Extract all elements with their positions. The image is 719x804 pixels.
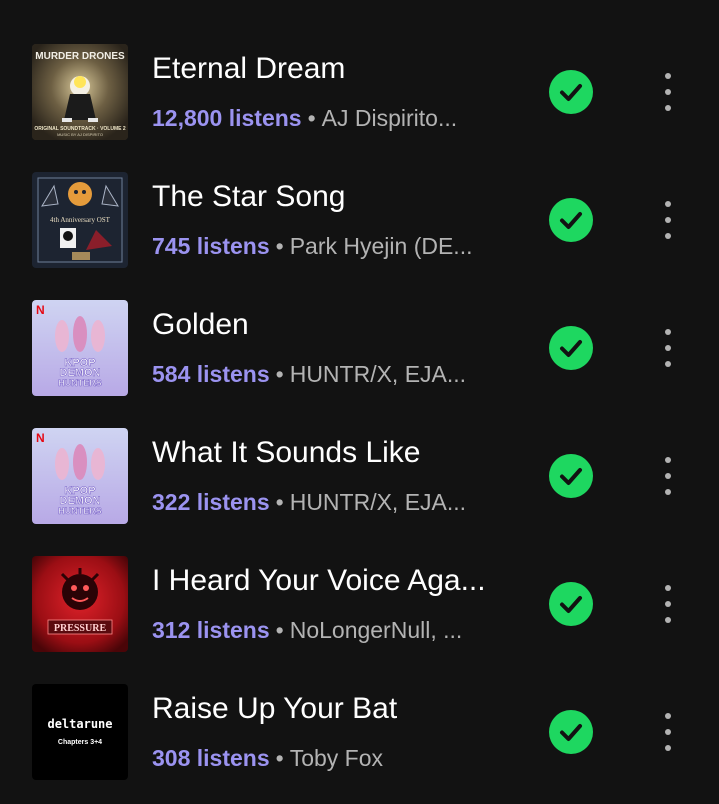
svg-text:PRESSURE: PRESSURE — [54, 623, 107, 634]
svg-text:N: N — [36, 431, 45, 445]
track-title[interactable]: Raise Up Your Bat — [152, 690, 512, 728]
track-row[interactable]: MURDER DRONES ORIGINAL SOUNDTRACK · VOLU… — [0, 0, 719, 140]
album-art: MURDER DRONES ORIGINAL SOUNDTRACK · VOLU… — [32, 44, 128, 140]
svg-text:MURDER DRONES: MURDER DRONES — [35, 51, 125, 62]
more-options-icon[interactable] — [653, 454, 683, 498]
track-title[interactable]: What It Sounds Like — [152, 434, 512, 472]
saved-check-icon[interactable] — [549, 198, 593, 242]
track-title[interactable]: Golden — [152, 306, 512, 344]
track-row[interactable]: PRESSURE I Heard Your Voice Aga... 312 l… — [0, 512, 719, 652]
album-art: PRESSURE — [32, 556, 128, 652]
album-art-star-song: 4th Anniversary OST — [32, 172, 128, 268]
more-options-icon[interactable] — [653, 582, 683, 626]
track-title[interactable]: Eternal Dream — [152, 50, 512, 88]
track-row[interactable]: 4th Anniversary OST The Star Song 745 li… — [0, 128, 719, 268]
track-row[interactable]: N KPOP DEMON HUNTERS What It Sounds Like… — [0, 384, 719, 524]
album-art-murder-drones: MURDER DRONES ORIGINAL SOUNDTRACK · VOLU… — [32, 44, 128, 140]
svg-text:4th Anniversary OST: 4th Anniversary OST — [50, 216, 111, 224]
separator-dot: • — [275, 745, 284, 771]
more-options-icon[interactable] — [653, 326, 683, 370]
listen-count: 308 listens — [152, 745, 270, 771]
saved-check-icon[interactable] — [549, 710, 593, 754]
album-art-kpop-demon-hunters: N KPOP DEMON HUNTERS — [32, 428, 128, 524]
album-art-kpop-demon-hunters: N KPOP DEMON HUNTERS — [32, 300, 128, 396]
saved-check-icon[interactable] — [549, 326, 593, 370]
album-art: deltarune Chapters 3+4 — [32, 684, 128, 780]
track-title[interactable]: The Star Song — [152, 178, 512, 216]
album-art: N KPOP DEMON HUNTERS — [32, 300, 128, 396]
track-title[interactable]: I Heard Your Voice Aga... — [152, 562, 512, 600]
album-art-pressure: PRESSURE — [32, 556, 128, 652]
saved-check-icon[interactable] — [549, 454, 593, 498]
track-list: MURDER DRONES ORIGINAL SOUNDTRACK · VOLU… — [0, 0, 719, 804]
track-row[interactable]: deltarune Chapters 3+4 Raise Up Your Bat… — [0, 640, 719, 780]
svg-text:deltarune: deltarune — [47, 717, 112, 731]
track-row[interactable]: N KPOP DEMON HUNTERS Golden 584 listens •… — [0, 256, 719, 396]
svg-text:Chapters 3+4: Chapters 3+4 — [58, 739, 102, 746]
svg-text:N: N — [36, 303, 45, 317]
album-art-deltarune: deltarune Chapters 3+4 — [32, 684, 128, 780]
album-art: N KPOP DEMON HUNTERS — [32, 428, 128, 524]
more-options-icon[interactable] — [653, 70, 683, 114]
more-options-icon[interactable] — [653, 710, 683, 754]
track-meta: 308 listens • Toby Fox — [152, 743, 512, 773]
artist-name[interactable]: Toby Fox — [290, 745, 383, 771]
album-art: 4th Anniversary OST — [32, 172, 128, 268]
more-options-icon[interactable] — [653, 198, 683, 242]
saved-check-icon[interactable] — [549, 582, 593, 626]
saved-check-icon[interactable] — [549, 70, 593, 114]
